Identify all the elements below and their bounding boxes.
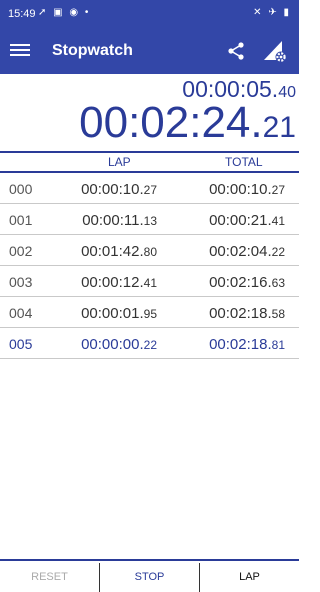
app-bar: Stopwatch [0,28,299,74]
total-time-cell: 00:02:16.63 [209,274,285,291]
total-time-cell-centis: 22 [271,245,285,259]
total-time-main: 00:02:24. [79,98,263,147]
total-time-cell-main: 00:02:16. [209,274,272,291]
lap-time: 00:00:12.41 [81,274,157,291]
stop-button[interactable]: STOP [100,563,199,592]
lap-time-main: 00:00:12. [81,274,144,291]
header-rule-top [0,151,299,153]
lap-index: 003 [9,274,33,290]
lap-time-centis: 27 [143,183,157,197]
lap-row: 000 00:00:10.27 00:00:10.27 [0,173,299,204]
total-time-cell-main: 00:00:21. [209,212,272,229]
total-time-cell-main: 00:02:18. [209,305,272,322]
total-time-cell-main: 00:00:10. [209,181,272,198]
lap-time: 00:00:00.22 [81,336,157,353]
app-title: Stopwatch [52,42,133,59]
lap-time: 00:00:01.95 [81,305,157,322]
total-time-cell-main: 00:02:04. [209,243,272,260]
lap-time-main: 00:01:42. [81,243,144,260]
total-time-cell-centis: 27 [271,183,285,197]
lap-index: 002 [9,243,33,259]
lap-button[interactable]: LAP [200,563,299,592]
lap-time-main: 00:00:00. [81,336,144,353]
total-time-cell: 00:02:04.22 [209,243,285,260]
settings-icon[interactable] [262,38,288,64]
bottom-rule [0,559,299,561]
total-column-header: TOTAL [225,155,263,169]
lap-row: 004 00:00:01.95 00:02:18.58 [0,297,299,328]
total-time-cell-centis: 63 [271,276,285,290]
lap-time: 00:00:10.27 [81,181,157,198]
total-time-cell-centis: 58 [271,307,285,321]
menu-icon[interactable] [10,41,30,61]
lap-time: 00:00:11.13 [82,212,157,229]
lap-row: 001 00:00:11.13 00:00:21.41 [0,204,299,235]
lap-time-main: 00:00:11. [82,212,144,229]
lap-time: 00:01:42.80 [81,243,157,260]
lap-time-centis: 22 [143,338,157,352]
lap-time-main: 00:00:10. [81,181,144,198]
total-time-cell-centis: 81 [271,338,285,352]
total-time-cell: 00:00:21.41 [209,212,285,229]
lap-time-centis: 80 [143,245,157,259]
reset-button[interactable]: RESET [0,563,99,592]
lap-row: 002 00:01:42.80 00:02:04.22 [0,235,299,266]
lap-index: 005 [9,336,33,352]
lap-column-header: LAP [108,155,131,169]
lap-time-centis: 95 [143,307,157,321]
status-time: 15:49 [8,8,36,20]
lap-row-current: 005 00:00:00.22 00:02:18.81 [0,328,299,359]
share-icon[interactable] [226,41,246,61]
total-time-cell: 00:02:18.81 [209,336,285,353]
lap-index: 004 [9,305,33,321]
total-time-cell: 00:02:18.58 [209,305,285,322]
total-time-cell: 00:00:10.27 [209,181,285,198]
lap-index: 000 [9,181,33,197]
total-time: 00:02:24.21 [79,98,296,148]
lap-time-centis: 13 [143,214,157,228]
total-time-cell-main: 00:02:18. [209,336,272,353]
lap-row: 003 00:00:12.41 00:02:16.63 [0,266,299,297]
system-icons: ✕ ✈ ▮ [253,7,291,18]
lap-index: 001 [9,212,33,228]
total-time-centis: 21 [262,111,296,144]
status-bar: 15:49 ➚ ▣ ◉ • ✕ ✈ ▮ [0,0,299,28]
lap-time-main: 00:00:01. [81,305,144,322]
notification-icons: ➚ ▣ ◉ • [38,7,91,18]
total-time-cell-centis: 41 [271,214,285,228]
lap-time-centis: 41 [143,276,157,290]
